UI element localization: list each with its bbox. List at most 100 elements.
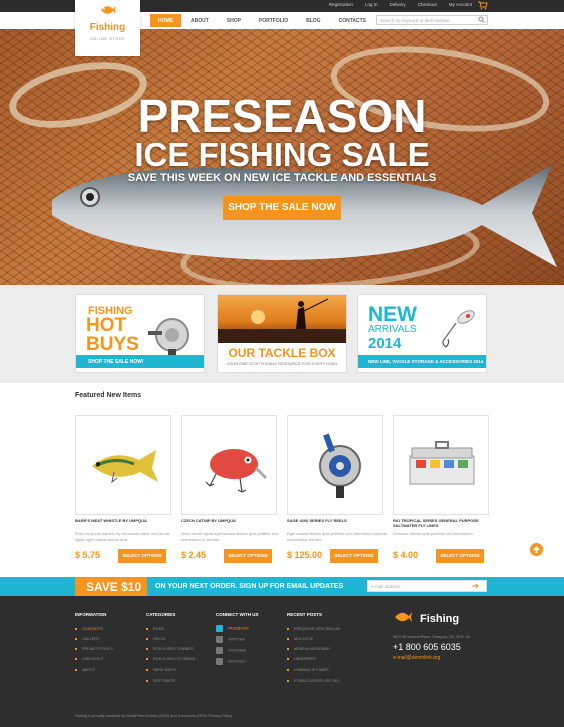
footer-category-link[interactable]: ROD & REEL STORAGE [146, 657, 195, 661]
promo-hot-buys[interactable]: FISHING HOT BUYS SHOP THE SALE NOW! [75, 294, 205, 373]
footer-address: 9870 St Vincent Place, Glasgow, DC 45 Fr… [393, 635, 470, 639]
twitter-icon [216, 636, 223, 643]
product-description: Nunc iaculis ligula eget massa dictum qu… [181, 531, 279, 542]
footer-category-link[interactable]: REELS [146, 637, 165, 641]
product-card[interactable] [75, 415, 171, 515]
product-name[interactable]: CZECH CATNIP BY UMPQUA [181, 518, 281, 523]
logo-tagline: ONLINE STORE [89, 36, 126, 41]
footer-connect-title: CONNECT WITH US [216, 612, 259, 617]
select-options-button[interactable]: SELECT OPTIONS [330, 549, 378, 563]
bullet-icon [75, 658, 77, 660]
fish-logo-icon [101, 6, 116, 14]
footer-recent-post[interactable]: HENDRERIT [287, 657, 316, 661]
fish-logo-icon [395, 612, 412, 622]
shop-sale-button[interactable]: SHOP THE SALE NOW [223, 196, 341, 220]
promo-tackle-box-subtitle: YOUR ONE STOP FISHING RESOURCE FOR EVERY… [226, 361, 338, 366]
product-name[interactable]: RIO TROPICAL SERIES GENERAL PURPOSE SALT… [393, 518, 493, 528]
hero-banner: PRESEASON ICE FISHING SALE SAVE THIS WEE… [0, 29, 564, 285]
bullet-icon [146, 648, 148, 650]
search-icon[interactable] [478, 16, 485, 23]
checkout-link[interactable]: Checkout [418, 2, 437, 7]
nav-shop[interactable]: SHOP [219, 14, 249, 27]
product-price: $ 5.75 [75, 550, 101, 560]
footer-recent-post[interactable]: MOLESTIE [287, 637, 313, 641]
my-account-link[interactable]: My Account [449, 2, 472, 7]
search-input[interactable]: Search by keyword or item number [376, 15, 488, 25]
featured-title: Featured New Items [75, 392, 142, 399]
arrow-right-icon[interactable] [472, 583, 479, 589]
product-description: Vivamus dictum quis porttitor orci eleme… [393, 531, 473, 536]
nav-about[interactable]: ABOUT [183, 14, 217, 27]
nav-contacts[interactable]: CONTACTS [331, 14, 374, 27]
email-input[interactable]: e-mail address [367, 580, 487, 592]
footer-recent-post[interactable]: FREQUENT VESTIBULUM [287, 627, 340, 631]
logo[interactable]: Fishing ONLINE STORE [75, 0, 140, 56]
promo-new-arrivals-line2: ARRIVALS [368, 324, 417, 335]
promo-hot-buys-line3: BUYS [86, 334, 139, 355]
bullet-icon [146, 680, 148, 682]
footer-recent-title: RECENT POSTS [287, 612, 323, 617]
bullet-icon [146, 638, 148, 640]
delivery-link[interactable]: Delivery [389, 2, 405, 7]
facebook-icon [216, 625, 223, 632]
footer-link-about[interactable]: ABOUT [75, 668, 95, 672]
footer-categories-title: CATEGORIES [146, 612, 176, 617]
footer-social-youtube[interactable]: YOUTUBE [216, 647, 246, 654]
promo-hot-buys-bar: SHOP THE SALE NOW! [76, 355, 204, 368]
bullet-icon [75, 628, 77, 630]
nav-home[interactable]: HOME [150, 14, 181, 27]
promo-tackle-box[interactable]: OUR TACKLE BOX YOUR ONE STOP FISHING RES… [217, 294, 347, 373]
product-card[interactable] [181, 415, 277, 515]
footer-social-twitter[interactable]: TWITTER [216, 636, 245, 643]
select-options-button[interactable]: SELECT OPTIONS [436, 549, 484, 563]
bullet-icon [146, 658, 148, 660]
footer-category-link[interactable]: SOFT BAITS [146, 679, 175, 683]
scroll-to-top-button[interactable] [530, 543, 543, 556]
sunset-fishing-image [218, 295, 346, 343]
footer-link-privacy[interactable]: PRIVACY POLICY [75, 647, 113, 651]
product-name[interactable]: BARR'S MEAT WHISTLE BY UMPQUA [75, 518, 175, 523]
tackle-box-image [409, 441, 475, 485]
fly-reel-image [319, 433, 361, 498]
nav-blog[interactable]: BLOG [298, 14, 328, 27]
footer-copyright: Fishing is proudly powered by WordPress … [75, 714, 233, 718]
footer-social-google[interactable]: GOOGLE+ [216, 658, 247, 665]
bullet-icon [146, 628, 148, 630]
footer-category-link[interactable]: RODS [146, 627, 164, 631]
nav-portfolio[interactable]: PORTFOLIO [251, 14, 296, 27]
bullet-icon [287, 628, 289, 630]
select-options-button[interactable]: SELECT OPTIONS [224, 549, 272, 563]
spinner-lure-icon [442, 310, 475, 348]
product-name[interactable]: SAGE 4200 SERIES FLY REELS [287, 518, 387, 523]
bullet-icon [287, 638, 289, 640]
promo-new-arrivals[interactable]: NEW ARRIVALS 2014 NEW LINE, TACKLE STORA… [357, 294, 487, 373]
footer-recent-post[interactable]: ETIAM CURSUS LEO VEL [287, 679, 340, 683]
footer-category-link[interactable]: ROD & REEL COMBOS [146, 647, 194, 651]
product-card[interactable] [287, 415, 383, 515]
footer-social-facebook[interactable]: FACEBOOK [216, 625, 249, 632]
footer-information-title: INFORMATION [75, 612, 107, 617]
footer-recent-post[interactable]: VIVAMUS SIT AMET [287, 668, 329, 672]
product-price: $ 4.00 [393, 550, 419, 560]
login-link[interactable]: Log In [365, 2, 378, 7]
hero-headline: PRESEASON [137, 90, 427, 142]
registration-link[interactable]: Registration [329, 2, 353, 7]
footer-link-contacts[interactable]: CONTACTS [75, 627, 103, 631]
bullet-icon [75, 669, 77, 671]
product-card[interactable] [393, 415, 489, 515]
logo-name: Fishing [89, 22, 126, 33]
cart-icon[interactable] [478, 1, 488, 10]
top-links: Registration Log In Delivery Checkout My… [329, 2, 472, 7]
select-options-button[interactable]: SELECT OPTIONS [118, 549, 166, 563]
bullet-icon [146, 669, 148, 671]
newsletter-save-badge: SAVE $10 [75, 577, 147, 596]
bullet-icon [287, 669, 289, 671]
footer-recent-post[interactable]: AENEAN NONUMMY [287, 647, 331, 651]
footer-category-link[interactable]: HARD BAITS [146, 668, 176, 672]
footer-link-gallery[interactable]: GALLERY [75, 637, 99, 641]
footer-brand[interactable]: Fishing [420, 613, 459, 625]
footer-link-checkout[interactable]: CHECKOUT [75, 657, 103, 661]
youtube-icon [216, 647, 223, 654]
product-description: Eget massa dictum quis porttitor orci el… [287, 531, 387, 542]
footer-email-link[interactable]: e-mail@demolink.org [393, 655, 440, 661]
